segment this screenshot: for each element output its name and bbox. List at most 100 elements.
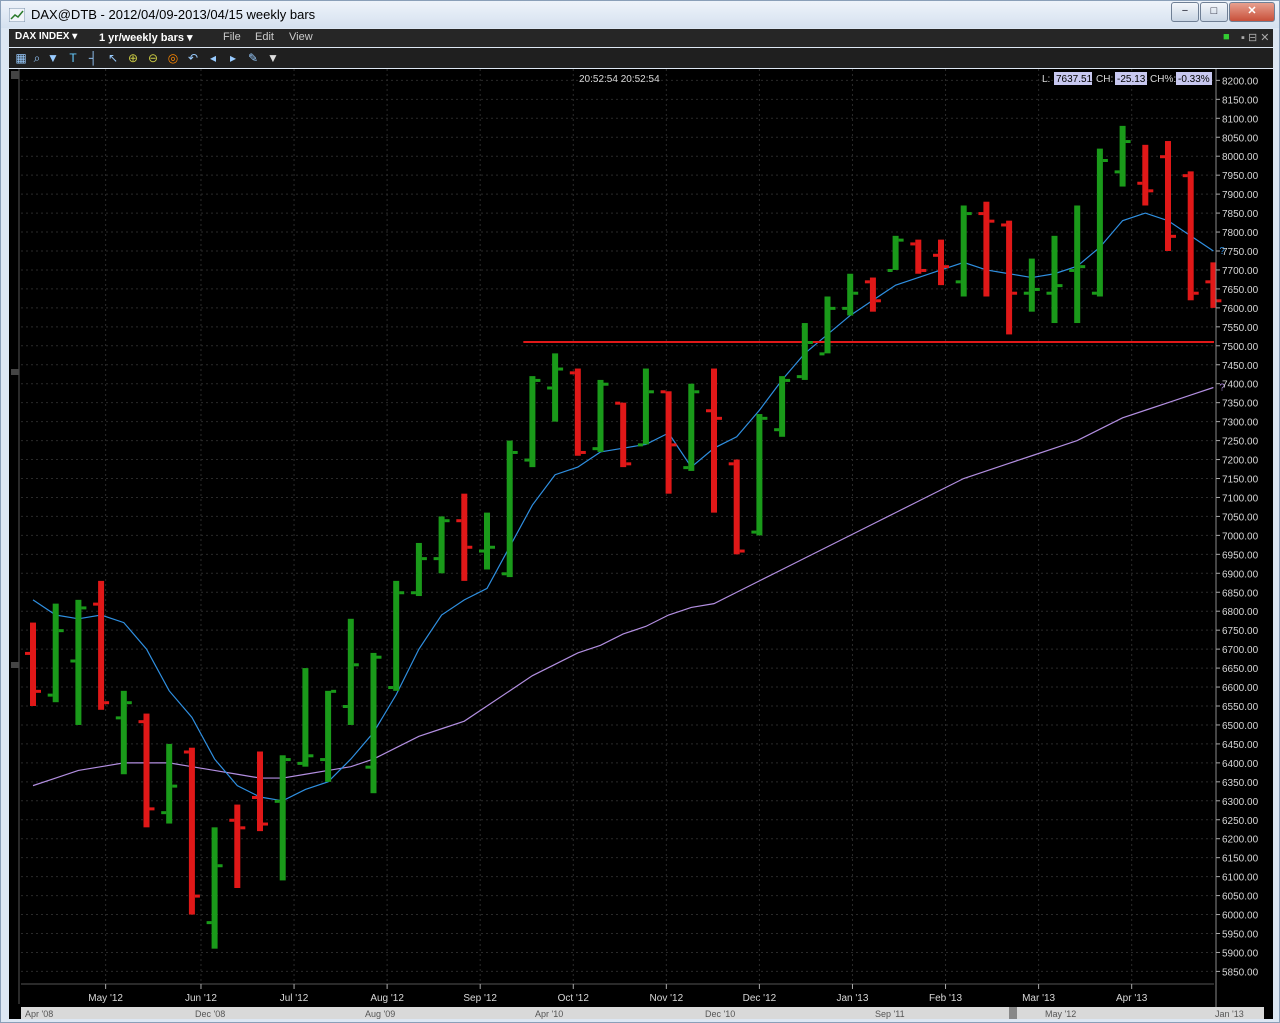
y-tick-label: 7650.00 — [1222, 285, 1259, 296]
y-tick-label: 6900.00 — [1222, 569, 1259, 580]
y-tick-label: 8000.00 — [1222, 152, 1259, 163]
menu-view[interactable]: View — [289, 31, 313, 43]
ohlc-bar — [688, 383, 695, 471]
x-tick-label: Feb '13 — [929, 993, 962, 1004]
ohlc-open-tick — [1001, 223, 1007, 227]
ohlc-open-tick — [615, 401, 621, 405]
pane-splitter-bottom[interactable] — [11, 662, 19, 668]
ohlc-close-tick — [376, 655, 382, 659]
y-tick-label: 8200.00 — [1222, 76, 1259, 87]
ohlc-close-tick — [739, 549, 745, 553]
app-chart-icon — [9, 8, 25, 22]
ohlc-bar — [597, 379, 604, 452]
ohlc-close-tick — [671, 443, 677, 447]
ohlc-close-tick — [240, 826, 246, 830]
y-tick-label: 8100.00 — [1222, 114, 1259, 125]
maximize-button[interactable]: □ — [1200, 2, 1228, 22]
change-pct-label: CH%: — [1150, 74, 1176, 85]
ohlc-open-tick — [93, 602, 99, 606]
x-tick-label: Jan '13 — [837, 993, 869, 1004]
ohlc-bar — [325, 690, 332, 782]
title-bar[interactable]: DAX@DTB - 2012/04/09-2013/04/15 weekly b… — [1, 1, 1279, 28]
ohlc-bar — [302, 668, 309, 767]
overview-axis[interactable]: Apr '08 Dec '08 Aug '09 Apr '10 Dec '10 Sep '… — [21, 1007, 1264, 1019]
ohlc-close-tick — [490, 545, 495, 549]
ohlc-close-tick — [1057, 284, 1063, 288]
ohlc-bar — [892, 235, 899, 270]
wrench-icon[interactable]: ✎ — [245, 50, 261, 66]
scroll-left-icon[interactable]: ◂ — [205, 50, 221, 66]
last-value: 7637.51 — [1056, 74, 1093, 85]
y-tick-label: 6250.00 — [1222, 816, 1259, 827]
scroll-up-button[interactable] — [11, 71, 19, 79]
close-button[interactable]: ✕ — [1229, 2, 1275, 22]
zoom-out-icon[interactable]: ⊖ — [145, 50, 161, 66]
ohlc-bar — [370, 652, 377, 794]
ohlc-close-tick — [1080, 265, 1086, 269]
scroll-right-icon[interactable]: ▸ — [225, 50, 241, 66]
ohlc-close-tick — [172, 784, 178, 788]
ohlc-bar — [98, 580, 105, 710]
ohlc-bar — [143, 713, 150, 828]
x-axis: May '12 Jun '12 Jul '12 Aug '12 Sep '12 Oct '… — [21, 983, 1214, 1004]
bar-style-icon[interactable]: ┤ — [85, 50, 101, 66]
chart-canvas[interactable]: 20:52:54 20:52:54 L: 7637.51 CH: -25.13 … — [9, 69, 1273, 1019]
ohlc-open-tick — [25, 651, 30, 655]
period-dropdown[interactable]: 1 yr/weekly bars ▾ — [99, 31, 193, 44]
ohlc-open-tick — [388, 686, 394, 690]
ohlc-bar — [642, 368, 649, 445]
ohlc-bar — [461, 493, 468, 581]
ohlc-bar — [983, 201, 990, 297]
symbol-dropdown[interactable]: DAX INDEX ▾ — [15, 31, 77, 42]
ohlc-open-tick — [115, 716, 121, 720]
ohlc-close-tick — [263, 822, 268, 826]
ohlc-open-tick — [229, 818, 235, 822]
ohlc-close-tick — [626, 462, 632, 466]
ohlc-bar — [824, 296, 831, 354]
ohlc-bar — [415, 542, 422, 597]
overview-label: Aug '09 — [365, 1009, 395, 1019]
price-chart[interactable]: 20:52:54 20:52:54 L: 7637.51 CH: -25.13 … — [9, 69, 1273, 1019]
ohlc-bar — [166, 743, 173, 824]
menu-edit[interactable]: Edit — [255, 31, 274, 43]
ohlc-open-tick — [978, 212, 984, 216]
ohlc-close-tick — [989, 219, 995, 223]
ohlc-open-tick — [138, 720, 144, 724]
dropdown-icon[interactable]: ▼ — [45, 50, 61, 66]
pane-splitter-top[interactable] — [11, 369, 19, 375]
ohlc-bar — [484, 512, 490, 570]
ohlc-open-tick — [660, 390, 666, 394]
zoom-in-icon[interactable]: ⊕ — [125, 50, 141, 66]
minimize-button[interactable]: − — [1171, 2, 1199, 22]
ohlc-bar — [1006, 220, 1013, 335]
more-dropdown-icon[interactable]: ▼ — [265, 50, 281, 66]
ohlc-open-tick — [70, 659, 76, 663]
target-icon[interactable]: ◎ — [165, 50, 181, 66]
ohlc-bar — [960, 205, 967, 297]
y-tick-label: 6200.00 — [1222, 835, 1259, 846]
y-tick-label: 6600.00 — [1222, 683, 1259, 694]
window-controls-icon[interactable]: ▪ ⊟ ✕ — [1241, 31, 1269, 44]
ohlc-open-tick — [479, 549, 484, 553]
ohlc-bar — [234, 804, 241, 888]
cursor-icon[interactable]: ↖ — [105, 50, 121, 66]
ohlc-bar — [1187, 171, 1194, 301]
undo-icon[interactable]: ↶ — [185, 50, 201, 66]
ohlc-close-tick — [1102, 159, 1108, 162]
menu-file[interactable]: File — [223, 31, 241, 43]
ohlc-close-tick — [467, 545, 473, 549]
overview-label: Dec '08 — [195, 1009, 225, 1019]
ohlc-close-tick — [104, 701, 110, 705]
ohlc-open-tick — [547, 386, 553, 390]
ohlc-bar — [711, 368, 717, 513]
y-tick-label: 7050.00 — [1222, 512, 1259, 523]
y-tick-label: 6950.00 — [1222, 550, 1259, 561]
ohlc-open-tick — [252, 796, 257, 799]
ohlc-close-tick — [36, 689, 41, 693]
ohlc-bar — [75, 599, 82, 725]
ohlc-bar — [552, 353, 559, 422]
chart-icon[interactable]: ▦ — [13, 50, 29, 66]
magnify-icon[interactable]: ⌕ — [29, 50, 45, 66]
text-tool-icon[interactable]: T — [65, 50, 81, 66]
change-pct-value: -0.33% — [1178, 74, 1210, 85]
